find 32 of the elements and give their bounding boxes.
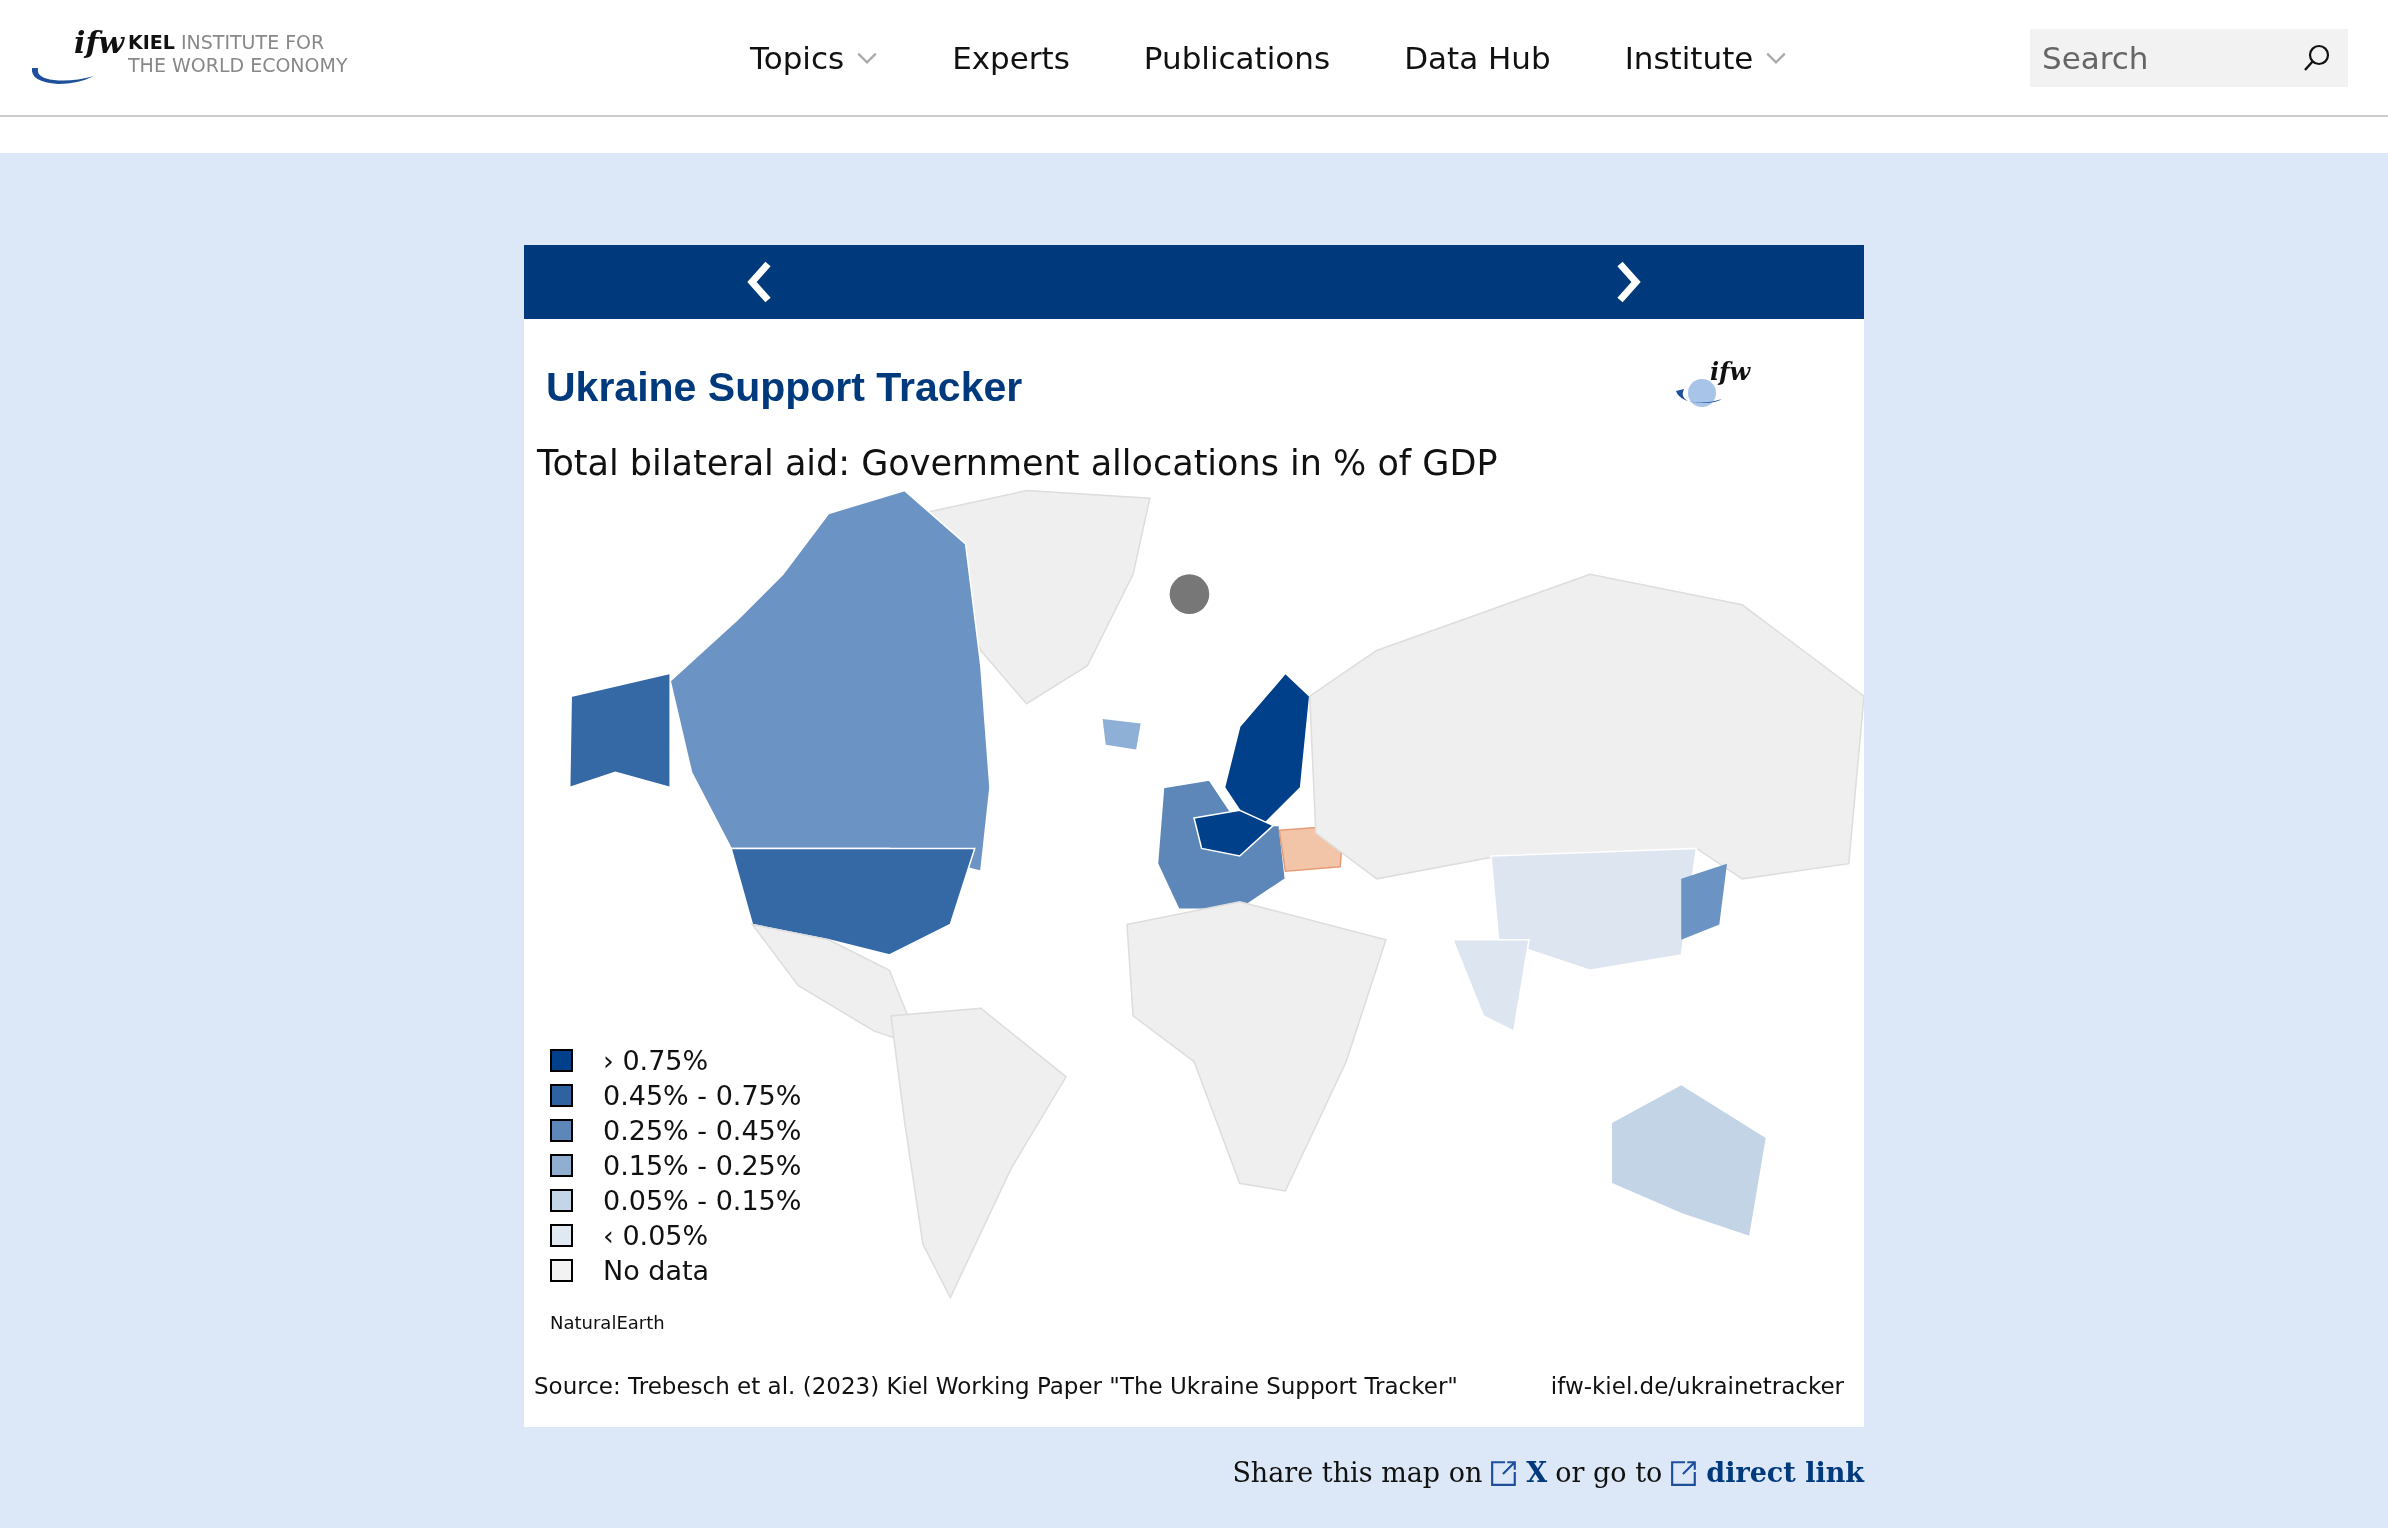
share-text: or go to — [1555, 1457, 1663, 1488]
legend-label: No data — [603, 1255, 710, 1286]
search-icon — [2302, 42, 2332, 73]
legend-label: 0.25% - 0.45% — [603, 1115, 802, 1146]
legend-label: 0.45% - 0.75% — [603, 1080, 802, 1111]
external-link-icon — [1490, 1458, 1519, 1487]
chevron-down-icon — [856, 50, 879, 65]
share-text: Share this map on — [1232, 1457, 1483, 1488]
map-attribution: NaturalEarth — [550, 1312, 666, 1333]
logo-mark: ifw — [1710, 357, 1751, 386]
source-url: ifw-kiel.de/ukrainetracker — [1550, 1373, 1844, 1399]
legend-label: 0.15% - 0.25% — [603, 1150, 802, 1181]
logo-swoosh-icon — [30, 66, 95, 85]
legend-label: ‹ 0.05% — [603, 1220, 709, 1251]
nav-link[interactable]: Publications — [1143, 39, 1331, 76]
card-title: Ukraine Support Tracker — [546, 363, 1023, 411]
nav-link[interactable]: Topics — [750, 39, 879, 76]
external-link-icon — [1670, 1458, 1699, 1487]
direct-link[interactable]: direct link — [1706, 1457, 1864, 1488]
nav-link[interactable]: Institute — [1624, 39, 1788, 76]
legend-label: 0.05% - 0.15% — [603, 1185, 802, 1216]
source-note: Source: Trebesch et al. (2023) Kiel Working Paper "The Ukraine Support Tracker" — [534, 1373, 1458, 1399]
logo-text: THE WORLD ECONOMY — [128, 53, 348, 77]
logo-mark: ifw — [74, 24, 125, 60]
share-link[interactable]: X — [1526, 1457, 1548, 1488]
nav-link[interactable]: Experts — [952, 39, 1070, 76]
map-subtitle: Total bilateral aid: Government allocations in % of GDP — [537, 443, 1499, 483]
nav-link[interactable]: Data Hub — [1404, 39, 1551, 76]
chevron-down-icon — [1765, 50, 1788, 65]
logo-text: KIEL INSTITUTE FOR — [128, 30, 326, 54]
legend-label: › 0.75% — [603, 1045, 709, 1076]
search-field[interactable]: Search — [2030, 28, 2348, 87]
